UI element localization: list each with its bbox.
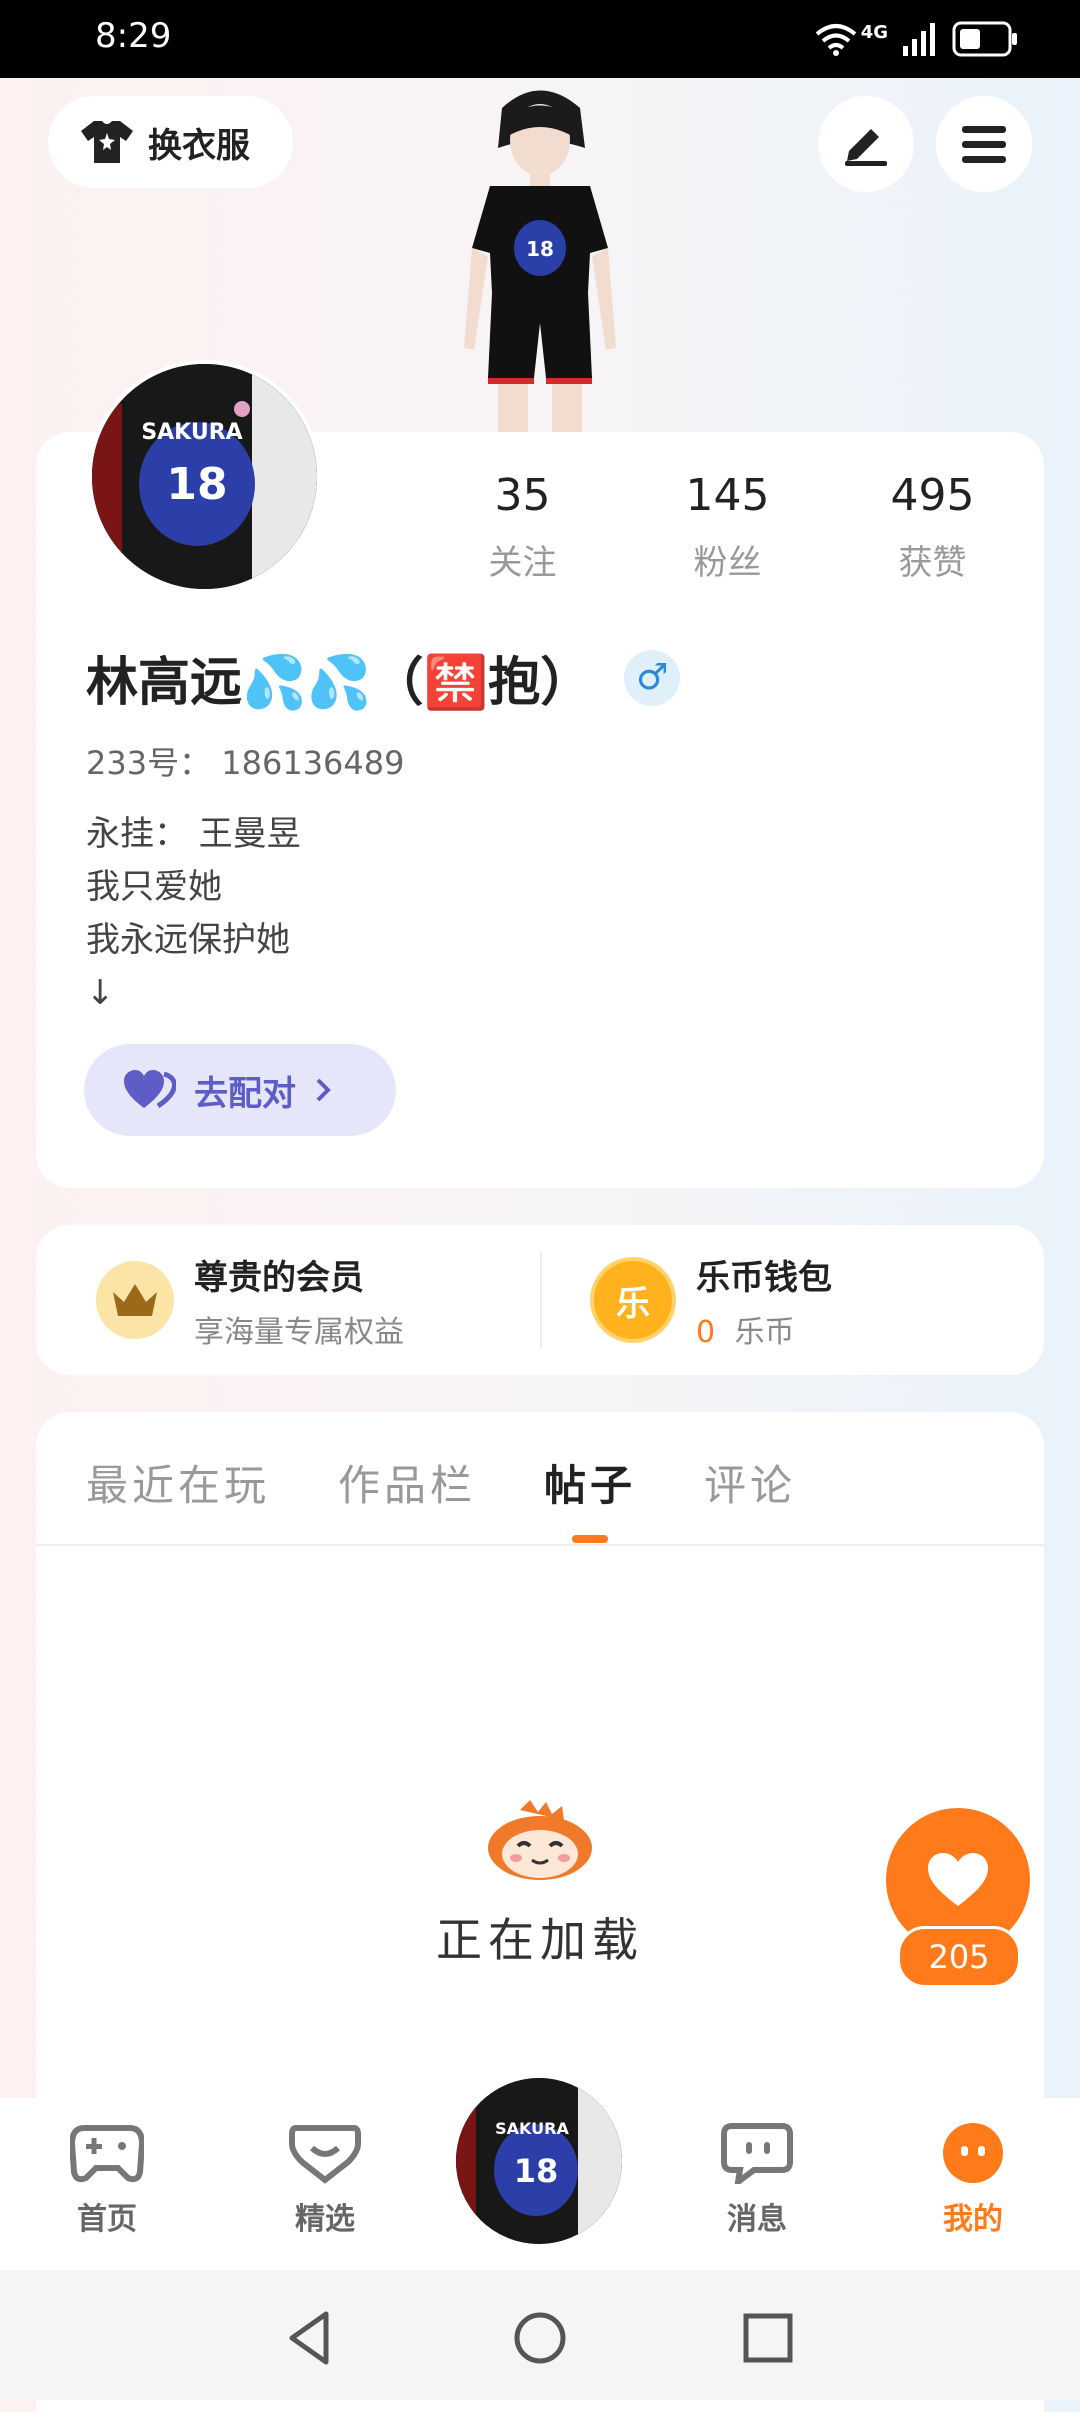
edit-profile-button[interactable]: [818, 96, 914, 192]
profile-avatar[interactable]: 18 SAKURA: [88, 360, 321, 593]
stat-value: 145: [685, 470, 770, 521]
stat-value: 35: [494, 470, 551, 521]
svg-text:18: 18: [166, 459, 227, 510]
tab-works[interactable]: 作品栏: [338, 1452, 476, 1513]
wifi-icon: [815, 24, 856, 56]
heart-icon: [928, 1853, 988, 1906]
bio: 永挂： 王曼昱 我只爱她 我永远保护她 ↓: [86, 808, 301, 1020]
bio-line: 我只爱她: [86, 867, 222, 907]
bio-line: 我永远保护她: [86, 920, 290, 960]
stat-followers[interactable]: 145 粉丝: [625, 470, 830, 584]
nav-featured-label: 精选: [295, 2202, 355, 2237]
vip-wallet-card: 尊贵的会员 享海量专属权益 乐 乐币钱包 0 乐币: [36, 1225, 1044, 1375]
status-bar: 8:29 4G: [0, 0, 1080, 78]
message-icon: [721, 2123, 793, 2189]
tab-posts[interactable]: 帖子: [544, 1452, 636, 1543]
home-icon[interactable]: [510, 2308, 570, 2368]
tab-comments[interactable]: 评论: [704, 1452, 796, 1513]
jersey-avatar-image: 18 SAKURA: [456, 2078, 622, 2244]
coin-icon: 乐: [590, 1257, 676, 1343]
content-tabs: 最近在玩 作品栏 帖子 评论: [86, 1452, 796, 1543]
stat-label: 获赞: [898, 543, 967, 583]
tab-divider: [36, 1544, 1044, 1546]
profile-icon: [943, 2123, 1003, 2183]
nav-messages[interactable]: 消息: [692, 2122, 822, 2238]
back-icon[interactable]: [280, 2308, 340, 2368]
status-time: 8:29: [95, 16, 172, 56]
crown-icon: [96, 1261, 174, 1339]
go-match-label: 去配对: [194, 1073, 296, 1114]
wallet-amount: 0: [696, 1314, 716, 1350]
stat-likes[interactable]: 495 获赞: [830, 470, 1035, 584]
profile-stats: 35 关注 145 粉丝 495 获赞: [420, 470, 1060, 584]
nav-mine[interactable]: 我的: [908, 2122, 1038, 2238]
status-icons: 4G: [815, 16, 1018, 62]
nav-home-label: 首页: [77, 2202, 137, 2237]
divider: [540, 1251, 542, 1349]
vip-member-title: 尊贵的会员: [194, 1257, 364, 1298]
nav-home[interactable]: 首页: [42, 2122, 172, 2238]
stat-label: 关注: [488, 543, 557, 583]
wallet-balance: 0 乐币: [696, 1307, 832, 1351]
pen-icon: [845, 129, 887, 166]
jersey-avatar-image: 18 SAKURA: [92, 364, 317, 589]
bio-line: 永挂： 王曼昱: [86, 814, 301, 854]
wallet-unit: 乐币: [734, 1314, 795, 1350]
svg-text:18: 18: [526, 237, 554, 261]
change-outfit-label: 换衣服: [148, 125, 250, 166]
like-count: 205: [897, 1926, 1021, 1988]
chevron-right-icon: [316, 1078, 331, 1102]
hearts-icon: [124, 1070, 176, 1109]
go-match-button[interactable]: 去配对: [84, 1044, 396, 1136]
gender-male-icon: ♂: [624, 649, 681, 706]
tshirt-icon: [81, 121, 133, 163]
user-id[interactable]: 233号： 186136489: [86, 738, 405, 784]
nav-messages-label: 消息: [727, 2202, 787, 2237]
vip-member-entry[interactable]: 尊贵的会员 享海量专属权益: [96, 1225, 404, 1375]
stat-value: 495: [890, 470, 975, 521]
system-nav-bar: [0, 2270, 1080, 2400]
hamburger-icon: [962, 126, 1006, 163]
wallet-entry[interactable]: 乐 乐币钱包 0 乐币: [590, 1225, 832, 1375]
change-outfit-button[interactable]: 换衣服: [48, 96, 293, 188]
battery-icon: [952, 21, 1017, 57]
heart-chat-icon: [289, 2125, 361, 2184]
stat-following[interactable]: 35 关注: [420, 470, 625, 584]
vip-member-subtitle: 享海量专属权益: [194, 1314, 404, 1350]
gamepad-icon: [68, 2125, 146, 2183]
nav-mine-label: 我的: [943, 2202, 1003, 2237]
wallet-title: 乐币钱包: [696, 1257, 832, 1298]
username: 林高远💦💦（🈲抱）: [86, 653, 593, 713]
signal-icon: [903, 23, 935, 56]
avatar-3d-character[interactable]: 18: [440, 78, 640, 433]
svg-text:18: 18: [514, 2152, 559, 2190]
recents-icon[interactable]: [738, 2308, 798, 2368]
tab-recent-play[interactable]: 最近在玩: [86, 1452, 270, 1513]
bio-line: ↓: [86, 973, 115, 1013]
nav-featured[interactable]: 精选: [260, 2122, 390, 2238]
menu-button[interactable]: [936, 96, 1032, 192]
monkey-mascot-icon: [488, 1800, 592, 1880]
svg-text:SAKURA: SAKURA: [495, 2119, 569, 2138]
svg-text:SAKURA: SAKURA: [141, 420, 242, 445]
stat-label: 粉丝: [693, 543, 762, 583]
network-type: 4G: [860, 21, 888, 43]
center-avatar-button[interactable]: 18 SAKURA: [456, 2078, 622, 2244]
username-row: 林高远💦💦（🈲抱） ♂: [86, 640, 681, 715]
